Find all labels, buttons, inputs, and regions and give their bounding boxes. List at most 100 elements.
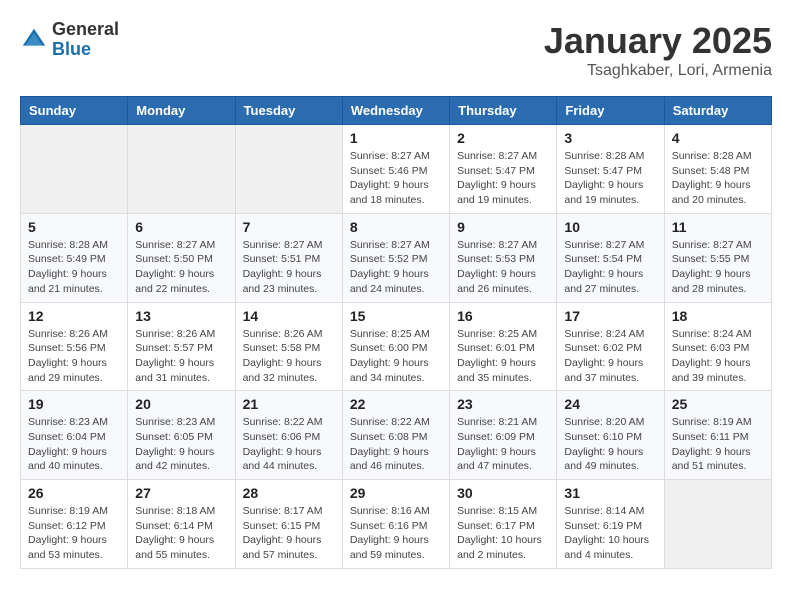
day-number: 2 xyxy=(457,130,549,146)
day-info: Sunrise: 8:27 AM Sunset: 5:53 PM Dayligh… xyxy=(457,238,549,297)
day-info: Sunrise: 8:26 AM Sunset: 5:56 PM Dayligh… xyxy=(28,327,120,386)
day-number: 26 xyxy=(28,485,120,501)
weekday-header: Wednesday xyxy=(342,97,449,125)
day-info: Sunrise: 8:16 AM Sunset: 6:16 PM Dayligh… xyxy=(350,504,442,563)
logo-blue: Blue xyxy=(52,40,119,60)
calendar-table: SundayMondayTuesdayWednesdayThursdayFrid… xyxy=(20,96,772,569)
day-info: Sunrise: 8:17 AM Sunset: 6:15 PM Dayligh… xyxy=(243,504,335,563)
day-number: 6 xyxy=(135,219,227,235)
logo-icon xyxy=(20,26,48,54)
calendar-cell: 16 Sunrise: 8:25 AM Sunset: 6:01 PM Dayli… xyxy=(450,302,557,391)
day-info: Sunrise: 8:22 AM Sunset: 6:08 PM Dayligh… xyxy=(350,415,442,474)
day-number: 15 xyxy=(350,308,442,324)
day-number: 3 xyxy=(564,130,656,146)
weekday-header: Thursday xyxy=(450,97,557,125)
calendar-cell xyxy=(21,125,128,214)
calendar-cell: 31 Sunrise: 8:14 AM Sunset: 6:19 PM Dayli… xyxy=(557,480,664,569)
day-number: 24 xyxy=(564,396,656,412)
calendar-cell: 19 Sunrise: 8:23 AM Sunset: 6:04 PM Dayli… xyxy=(21,391,128,480)
calendar-week-row: 12 Sunrise: 8:26 AM Sunset: 5:56 PM Dayli… xyxy=(21,302,772,391)
day-info: Sunrise: 8:19 AM Sunset: 6:12 PM Dayligh… xyxy=(28,504,120,563)
calendar-cell: 25 Sunrise: 8:19 AM Sunset: 6:11 PM Dayli… xyxy=(664,391,771,480)
calendar-cell: 17Sunrise: 8:24 AM Sunset: 6:02 PM Dayli… xyxy=(557,302,664,391)
calendar-cell: 14 Sunrise: 8:26 AM Sunset: 5:58 PM Dayli… xyxy=(235,302,342,391)
calendar-cell: 21Sunrise: 8:22 AM Sunset: 6:06 PM Dayli… xyxy=(235,391,342,480)
day-number: 18 xyxy=(672,308,764,324)
day-number: 11 xyxy=(672,219,764,235)
calendar-week-row: 5Sunrise: 8:28 AM Sunset: 5:49 PM Daylig… xyxy=(21,213,772,302)
calendar-cell: 15 Sunrise: 8:25 AM Sunset: 6:00 PM Dayli… xyxy=(342,302,449,391)
calendar-cell: 29Sunrise: 8:16 AM Sunset: 6:16 PM Dayli… xyxy=(342,480,449,569)
month-title: January 2025 xyxy=(544,20,772,62)
day-info: Sunrise: 8:27 AM Sunset: 5:51 PM Dayligh… xyxy=(243,238,335,297)
calendar-cell: 10Sunrise: 8:27 AM Sunset: 5:54 PM Dayli… xyxy=(557,213,664,302)
day-info: Sunrise: 8:27 AM Sunset: 5:46 PM Dayligh… xyxy=(350,149,442,208)
day-info: Sunrise: 8:27 AM Sunset: 5:54 PM Dayligh… xyxy=(564,238,656,297)
calendar-cell: 13 Sunrise: 8:26 AM Sunset: 5:57 PM Dayli… xyxy=(128,302,235,391)
day-number: 31 xyxy=(564,485,656,501)
day-info: Sunrise: 8:24 AM Sunset: 6:02 PM Dayligh… xyxy=(564,327,656,386)
day-info: Sunrise: 8:27 AM Sunset: 5:50 PM Dayligh… xyxy=(135,238,227,297)
day-number: 9 xyxy=(457,219,549,235)
weekday-header: Sunday xyxy=(21,97,128,125)
logo-general: General xyxy=(52,20,119,40)
day-number: 14 xyxy=(243,308,335,324)
day-info: Sunrise: 8:22 AM Sunset: 6:06 PM Dayligh… xyxy=(243,415,335,474)
day-info: Sunrise: 8:28 AM Sunset: 5:48 PM Dayligh… xyxy=(672,149,764,208)
day-info: Sunrise: 8:24 AM Sunset: 6:03 PM Dayligh… xyxy=(672,327,764,386)
title-block: January 2025 Tsaghkaber, Lori, Armenia xyxy=(544,20,772,80)
day-number: 22 xyxy=(350,396,442,412)
day-number: 27 xyxy=(135,485,227,501)
weekday-header: Tuesday xyxy=(235,97,342,125)
day-number: 7 xyxy=(243,219,335,235)
weekday-header: Saturday xyxy=(664,97,771,125)
calendar-cell: 7 Sunrise: 8:27 AM Sunset: 5:51 PM Daylig… xyxy=(235,213,342,302)
day-number: 25 xyxy=(672,396,764,412)
logo: General Blue xyxy=(20,20,119,60)
day-number: 16 xyxy=(457,308,549,324)
calendar-cell: 22 Sunrise: 8:22 AM Sunset: 6:08 PM Dayli… xyxy=(342,391,449,480)
calendar-cell: 2Sunrise: 8:27 AM Sunset: 5:47 PM Daylig… xyxy=(450,125,557,214)
day-number: 20 xyxy=(135,396,227,412)
calendar-cell: 23Sunrise: 8:21 AM Sunset: 6:09 PM Dayli… xyxy=(450,391,557,480)
day-number: 5 xyxy=(28,219,120,235)
calendar-week-row: 19 Sunrise: 8:23 AM Sunset: 6:04 PM Dayli… xyxy=(21,391,772,480)
calendar-cell: 6 Sunrise: 8:27 AM Sunset: 5:50 PM Daylig… xyxy=(128,213,235,302)
weekday-header: Monday xyxy=(128,97,235,125)
day-info: Sunrise: 8:28 AM Sunset: 5:47 PM Dayligh… xyxy=(564,149,656,208)
calendar-cell: 4 Sunrise: 8:28 AM Sunset: 5:48 PM Daylig… xyxy=(664,125,771,214)
calendar-week-row: 1Sunrise: 8:27 AM Sunset: 5:46 PM Daylig… xyxy=(21,125,772,214)
calendar-cell xyxy=(128,125,235,214)
day-info: Sunrise: 8:19 AM Sunset: 6:11 PM Dayligh… xyxy=(672,415,764,474)
calendar-cell: 12 Sunrise: 8:26 AM Sunset: 5:56 PM Dayli… xyxy=(21,302,128,391)
calendar-cell: 30 Sunrise: 8:15 AM Sunset: 6:17 PM Dayli… xyxy=(450,480,557,569)
day-info: Sunrise: 8:25 AM Sunset: 6:00 PM Dayligh… xyxy=(350,327,442,386)
day-number: 4 xyxy=(672,130,764,146)
day-info: Sunrise: 8:27 AM Sunset: 5:52 PM Dayligh… xyxy=(350,238,442,297)
day-number: 23 xyxy=(457,396,549,412)
day-info: Sunrise: 8:26 AM Sunset: 5:58 PM Dayligh… xyxy=(243,327,335,386)
calendar-cell: 9 Sunrise: 8:27 AM Sunset: 5:53 PM Daylig… xyxy=(450,213,557,302)
location-subtitle: Tsaghkaber, Lori, Armenia xyxy=(544,62,772,80)
calendar-cell: 24 Sunrise: 8:20 AM Sunset: 6:10 PM Dayli… xyxy=(557,391,664,480)
day-info: Sunrise: 8:14 AM Sunset: 6:19 PM Dayligh… xyxy=(564,504,656,563)
day-info: Sunrise: 8:26 AM Sunset: 5:57 PM Dayligh… xyxy=(135,327,227,386)
day-info: Sunrise: 8:25 AM Sunset: 6:01 PM Dayligh… xyxy=(457,327,549,386)
day-number: 19 xyxy=(28,396,120,412)
day-number: 30 xyxy=(457,485,549,501)
page-header: General Blue January 2025 Tsaghkaber, Lo… xyxy=(20,20,772,80)
day-info: Sunrise: 8:18 AM Sunset: 6:14 PM Dayligh… xyxy=(135,504,227,563)
calendar-cell: 20 Sunrise: 8:23 AM Sunset: 6:05 PM Dayli… xyxy=(128,391,235,480)
calendar-cell: 8Sunrise: 8:27 AM Sunset: 5:52 PM Daylig… xyxy=(342,213,449,302)
day-number: 13 xyxy=(135,308,227,324)
day-info: Sunrise: 8:27 AM Sunset: 5:55 PM Dayligh… xyxy=(672,238,764,297)
day-info: Sunrise: 8:23 AM Sunset: 6:04 PM Dayligh… xyxy=(28,415,120,474)
calendar-cell: 18 Sunrise: 8:24 AM Sunset: 6:03 PM Dayli… xyxy=(664,302,771,391)
day-info: Sunrise: 8:23 AM Sunset: 6:05 PM Dayligh… xyxy=(135,415,227,474)
calendar-week-row: 26 Sunrise: 8:19 AM Sunset: 6:12 PM Dayli… xyxy=(21,480,772,569)
day-info: Sunrise: 8:20 AM Sunset: 6:10 PM Dayligh… xyxy=(564,415,656,474)
calendar-cell: 1Sunrise: 8:27 AM Sunset: 5:46 PM Daylig… xyxy=(342,125,449,214)
day-number: 12 xyxy=(28,308,120,324)
day-info: Sunrise: 8:15 AM Sunset: 6:17 PM Dayligh… xyxy=(457,504,549,563)
day-number: 28 xyxy=(243,485,335,501)
